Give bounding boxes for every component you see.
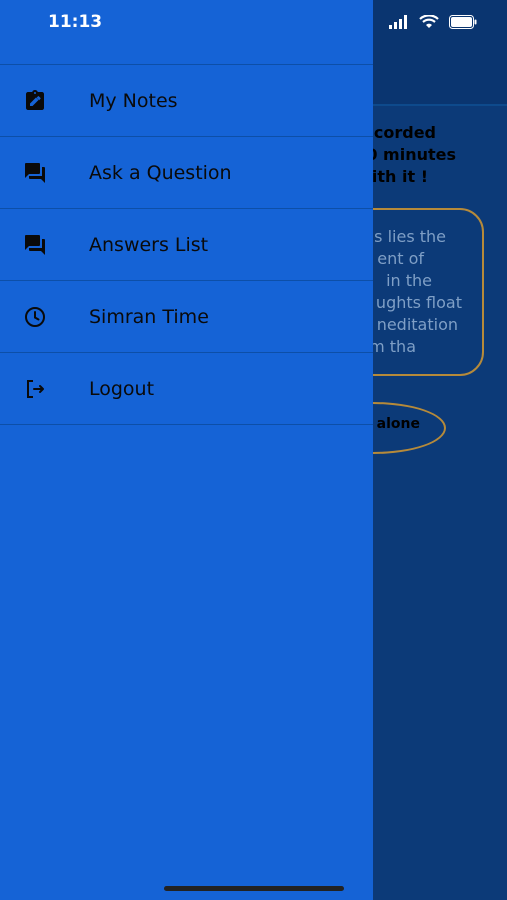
forum-icon (22, 232, 48, 258)
menu-label: Ask a Question (89, 161, 232, 184)
wifi-icon (419, 14, 439, 33)
menu-item-logout[interactable]: Logout (0, 353, 373, 425)
menu-item-ask-question[interactable]: Ask a Question (0, 137, 373, 209)
forum-icon (22, 160, 48, 186)
battery-icon (449, 14, 477, 33)
menu-label: My Notes (89, 89, 178, 112)
menu-item-answers-list[interactable]: Answers List (0, 209, 373, 281)
clock-icon (22, 304, 48, 330)
home-indicator[interactable] (164, 886, 344, 891)
signal-icon (389, 14, 409, 33)
clipboard-edit-icon (22, 88, 48, 114)
status-bar: 11:13 (0, 0, 507, 46)
navigation-drawer: My Notes Ask a Question Answers List Sim… (0, 0, 373, 900)
menu-item-simran-time[interactable]: Simran Time (0, 281, 373, 353)
menu-label: Simran Time (89, 305, 209, 328)
logout-icon (22, 376, 48, 402)
menu-label: Answers List (89, 233, 209, 256)
menu-item-my-notes[interactable]: My Notes (0, 65, 373, 137)
status-icons (389, 14, 477, 33)
status-time: 11:13 (48, 12, 103, 32)
menu-label: Logout (89, 377, 155, 400)
